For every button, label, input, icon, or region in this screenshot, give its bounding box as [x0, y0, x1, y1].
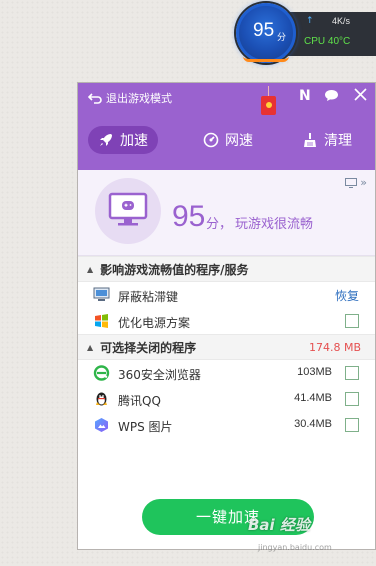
fluency-score: 95 [172, 200, 206, 233]
speed-ball[interactable]: 95 分 [236, 3, 296, 63]
tab-cleanup-label: 清理 [324, 133, 352, 149]
360-browser-size: 103MB [297, 366, 332, 378]
section-affecting-programs-title: 影响游戏流畅值的程序/服务 [100, 262, 249, 277]
rocket-icon [100, 134, 112, 146]
expand-icon[interactable]: » [360, 176, 367, 189]
wps-picture-checkbox[interactable] [345, 418, 359, 432]
fluency-description: 玩游戏很流畅 [235, 217, 314, 232]
watermark-logo: Bai 经验 [248, 516, 310, 534]
game-mode-window: 退出游戏模式 N 加速 网速 清理 95 分， 玩游戏很流畅 » ▲ 影响游戏流… [77, 82, 376, 550]
score-panel: 95 分， 玩游戏很流畅 » [78, 170, 375, 256]
cpu-temperature: CPU 40°C [304, 36, 351, 47]
tab-network-speed-label: 网速 [225, 133, 253, 149]
section-closable-programs[interactable]: ▲ 可选择关闭的程序 174.8 MB [78, 334, 375, 360]
broom-icon [304, 133, 316, 147]
exit-game-mode-label: 退出游戏模式 [106, 92, 172, 105]
section-closable-programs-title: 可选择关闭的程序 [100, 340, 197, 355]
power-plan-label: 优化电源方案 [118, 316, 191, 330]
closable-total-size: 174.8 MB [308, 340, 361, 354]
close-icon[interactable] [354, 88, 367, 105]
net-speed: 4K/s [332, 16, 351, 26]
n-icon[interactable]: N [299, 88, 311, 104]
collapse-chevron-icon: ▲ [87, 342, 94, 352]
list-item-power-plan: 优化电源方案 [78, 308, 375, 334]
exit-game-mode-button[interactable]: 退出游戏模式 [88, 90, 172, 106]
sticky-keys-label: 屏蔽粘滞键 [118, 290, 179, 304]
section-affecting-programs[interactable]: ▲ 影响游戏流畅值的程序/服务 [78, 256, 375, 282]
tab-network-speed[interactable]: 网速 [193, 126, 263, 154]
list-item-wps-picture: WPS 图片 30.4MB [78, 412, 375, 438]
wps-picture-size: 30.4MB [294, 418, 332, 430]
fluency-score-unit: 分， [206, 217, 233, 232]
list-item-sticky-keys: 屏蔽粘滞键 恢复 [78, 282, 375, 308]
speed-ball-widget[interactable]: ↑ 4K/s CPU 40°C 95 分 [236, 3, 376, 67]
qq-label: 腾讯QQ [118, 394, 161, 408]
speed-ball-unit: 分 [277, 33, 287, 43]
game-monitor-icon [108, 192, 148, 226]
message-icon[interactable] [324, 89, 339, 106]
monitor-circle [95, 178, 161, 244]
watermark-url: jingyan.baidu.com [258, 543, 332, 552]
qq-checkbox[interactable] [345, 392, 359, 406]
wps-picture-icon [95, 418, 108, 432]
red-packet-icon[interactable] [261, 86, 276, 115]
windows-logo-icon [95, 314, 108, 328]
list-item-qq: 腾讯QQ 41.4MB [78, 386, 375, 412]
collapse-chevron-icon: ▲ [87, 264, 94, 274]
power-plan-checkbox[interactable] [345, 314, 359, 328]
upload-arrow-icon: ↑ [306, 16, 314, 26]
tab-accelerate-label: 加速 [120, 133, 148, 149]
360-browser-checkbox[interactable] [345, 366, 359, 380]
360-browser-icon [93, 365, 110, 381]
restore-link[interactable]: 恢复 [335, 287, 359, 304]
list-item-360-browser: 360安全浏览器 103MB [78, 360, 375, 386]
speed-ball-ring [243, 56, 289, 62]
score-tools: » [345, 176, 367, 189]
360-browser-label: 360安全浏览器 [118, 368, 201, 382]
qq-size: 41.4MB [294, 392, 332, 404]
qq-penguin-icon [96, 392, 107, 406]
gauge-icon [203, 132, 219, 148]
wps-picture-label: WPS 图片 [118, 420, 173, 434]
mode-tabs: 加速 网速 清理 [78, 126, 375, 154]
speed-ball-score: 95 [253, 20, 275, 41]
back-arrow-icon [88, 93, 102, 104]
screen-icon[interactable] [345, 177, 358, 188]
window-header: 退出游戏模式 N 加速 网速 清理 [78, 83, 375, 170]
tab-accelerate[interactable]: 加速 [88, 126, 158, 154]
tab-cleanup[interactable]: 清理 [292, 126, 362, 154]
monitor-icon [93, 287, 110, 301]
